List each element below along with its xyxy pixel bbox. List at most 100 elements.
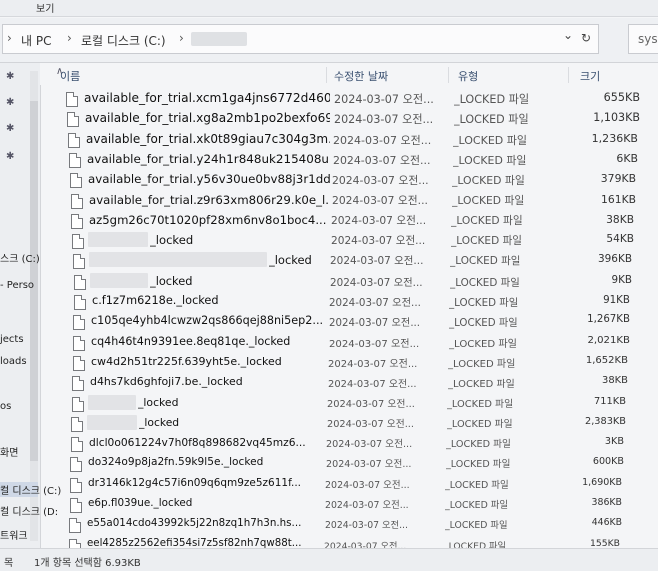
column-header-date[interactable]: 수정한 날짜 (334, 68, 388, 84)
column-header-size[interactable]: 크기 (580, 68, 600, 84)
file-size: 1,267KB (587, 314, 630, 325)
file-date: 2024-03-07 오전... (330, 277, 423, 289)
file-row[interactable]: available_for_trial.y24h1r848uk215408u..… (40, 149, 658, 170)
file-row[interactable]: az5gm26c70t1020pf28xm6nv8o1boc4... 2024-0… (40, 210, 658, 231)
file-size: 446KB (591, 517, 622, 528)
file-icon (73, 336, 85, 351)
sidebar-item-downloads[interactable]: loads (0, 356, 27, 367)
file-date: 2024-03-07 오전... (331, 235, 426, 247)
file-date: 2024-03-07 오전... (326, 439, 413, 450)
file-date: 2024-03-07 오전... (332, 194, 428, 207)
pin-icon: ✱ (6, 151, 15, 162)
file-row[interactable]: available_for_trial.xg8a2mb1po2bexfo69..… (40, 108, 658, 129)
file-size: 1,103KB (593, 111, 640, 124)
file-date: 2024-03-07 오전... (328, 379, 417, 390)
file-row[interactable]: dr3146k12g4c57i6n09q6qm9ze5z611f... 2024-… (40, 474, 658, 495)
file-date: 2024-03-07 오전... (329, 339, 420, 350)
file-name: _locked (139, 416, 180, 429)
column-header-row: ∧ 이름 수정한 날짜 유형 크기 (40, 63, 658, 85)
file-icon (70, 498, 82, 513)
sidebar-item-network[interactable]: 트워크 (0, 527, 28, 542)
search-box[interactable]: sys (628, 24, 658, 54)
file-icon (70, 478, 82, 493)
file-type: _LOCKED 파일 (445, 480, 509, 491)
file-icon (71, 194, 83, 209)
file-type: _LOCKED 파일 (446, 439, 511, 450)
menu-strip: 보기 (0, 0, 658, 17)
file-size: 6KB (616, 152, 638, 165)
file-row[interactable]: _locked 2024-03-07 오전... _LOCKED 파일 396KB (40, 250, 658, 271)
sidebar-item-desktop[interactable]: 화면 (0, 444, 18, 459)
file-row[interactable]: e6p.fl039ue._locked 2024-03-07 오전... _LOCK… (40, 494, 658, 515)
file-explorer-window: 보기 › 내 PC › 로컬 디스크 (C:) › ⌄ ↻ sys ✱ ✱ ✱ … (0, 0, 658, 571)
file-row[interactable]: cq4h46t4n9391ee.8eq81qe._locked 2024-03-0… (40, 332, 658, 353)
file-icon (74, 275, 86, 290)
file-size: 3KB (604, 436, 624, 447)
file-icon (72, 376, 84, 391)
pin-icon: ✱ (6, 71, 15, 82)
file-row[interactable]: _locked 2024-03-07 오전... _LOCKED 파일 54KB (40, 230, 658, 251)
sidebar-item-videos[interactable]: os (0, 401, 11, 412)
file-icon (73, 356, 85, 371)
file-name: c.f1z7m6218e._locked (92, 294, 219, 307)
file-size: 2,021KB (587, 335, 630, 346)
file-name: available_for_trial.xcm1ga4jns6772d460..… (84, 91, 330, 105)
file-row[interactable]: cw4d2h51tr225f.639yht5e._locked 2024-03-0… (40, 352, 658, 373)
search-input-text: sys (638, 32, 658, 46)
file-icon (72, 397, 84, 412)
file-row[interactable]: available_for_trial.z9r63xm806r29.k0e_l.… (40, 190, 658, 211)
address-bar[interactable]: › 내 PC › 로컬 디스크 (C:) › ⌄ ↻ (2, 24, 599, 54)
file-date: 2024-03-07 오전... (325, 500, 409, 511)
file-size: 1,690KB (582, 477, 622, 488)
breadcrumb-separator-icon: › (67, 31, 72, 45)
file-type: _LOCKED 파일 (454, 113, 529, 126)
file-date: 2024-03-07 오전... (333, 134, 432, 147)
file-name: available_for_trial.xk0t89giau7c304g3m..… (86, 132, 330, 146)
file-row[interactable]: c.f1z7m6218e._locked 2024-03-07 오전... _LOC… (40, 291, 658, 312)
file-name: available_for_trial.xg8a2mb1po2bexfo69..… (85, 111, 330, 125)
file-icon (69, 153, 81, 168)
column-header-name[interactable]: 이름 (60, 68, 80, 84)
file-row[interactable]: _locked 2024-03-07 오전... _LOCKED 파일 9KB (40, 271, 658, 292)
file-row[interactable]: _locked 2024-03-07 오전... _LOCKED 파일 2,383KB (40, 413, 658, 434)
file-name: do324o9p8ja2fn.59k9l5e._locked (88, 456, 264, 468)
file-row[interactable]: d4hs7kd6ghfoji7.be._locked 2024-03-07 오전.… (40, 372, 658, 393)
file-row[interactable]: e55a014cdo43992k5j22n8zq1h7h3n.hs... 2024… (40, 514, 658, 535)
breadcrumb-local-disk-c[interactable]: 로컬 디스크 (C:) (81, 32, 166, 49)
breadcrumb-this-pc[interactable]: 내 PC (21, 32, 51, 49)
file-row[interactable]: dlcl0o061224v7h0f8q898682vq45mz6... 2024-… (40, 433, 658, 454)
sidebar-item-objects[interactable]: jects (0, 334, 24, 345)
file-row[interactable]: do324o9p8ja2fn.59k9l5e._locked 2024-03-07… (40, 453, 658, 474)
redacted-breadcrumb (191, 32, 247, 46)
file-row[interactable]: _locked 2024-03-07 오전... _LOCKED 파일 711KB (40, 393, 658, 414)
column-divider[interactable] (448, 67, 449, 83)
refresh-icon[interactable]: ↻ (581, 31, 591, 45)
file-row[interactable]: c105qe4yhb4lcwzw2qs866qej88ni5ep2... 2024… (40, 311, 658, 332)
file-name: dr3146k12g4c57i6n09q6qm9ze5z611f... (88, 477, 301, 489)
file-type: _LOCKED 파일 (453, 134, 528, 147)
file-size: 1,236KB (591, 132, 638, 145)
column-header-type[interactable]: 유형 (458, 68, 478, 84)
column-divider[interactable] (568, 67, 569, 83)
file-size: 38KB (602, 375, 628, 386)
file-row[interactable]: available_for_trial.xk0t89giau7c304g3m..… (40, 129, 658, 150)
file-type: _LOCKED 파일 (445, 500, 509, 511)
file-type: _LOCKED 파일 (451, 235, 523, 247)
file-size: 161KB (601, 193, 636, 206)
file-row[interactable]: available_for_trial.y56v30ue0bv88j3r1dd.… (40, 169, 658, 190)
file-date: 2024-03-07 오전... (325, 520, 408, 531)
file-size: 396KB (597, 253, 632, 265)
status-left: 목 (4, 558, 14, 569)
sidebar-item-local-disk[interactable]: 스크 (C:) (0, 250, 40, 265)
column-divider[interactable] (326, 67, 327, 83)
file-date: 2024-03-07 오전... (327, 419, 414, 430)
file-row[interactable]: available_for_trial.xcm1ga4jns6772d460..… (40, 88, 658, 109)
chevron-down-icon[interactable]: ⌄ (563, 28, 573, 42)
sidebar-item-personal[interactable]: - Perso (0, 280, 34, 291)
status-selection-info: 1개 항목 선택함 6.93KB (34, 558, 141, 569)
file-type: _LOCKED 파일 (448, 379, 515, 390)
sidebar-item-local-disk-c[interactable]: 컬 디스크 (C:) (0, 482, 61, 497)
file-icon (71, 417, 83, 432)
file-name: cq4h46t4n9391ee.8eq81qe._locked (91, 335, 291, 348)
menu-item-view[interactable]: 보기 (36, 0, 54, 15)
